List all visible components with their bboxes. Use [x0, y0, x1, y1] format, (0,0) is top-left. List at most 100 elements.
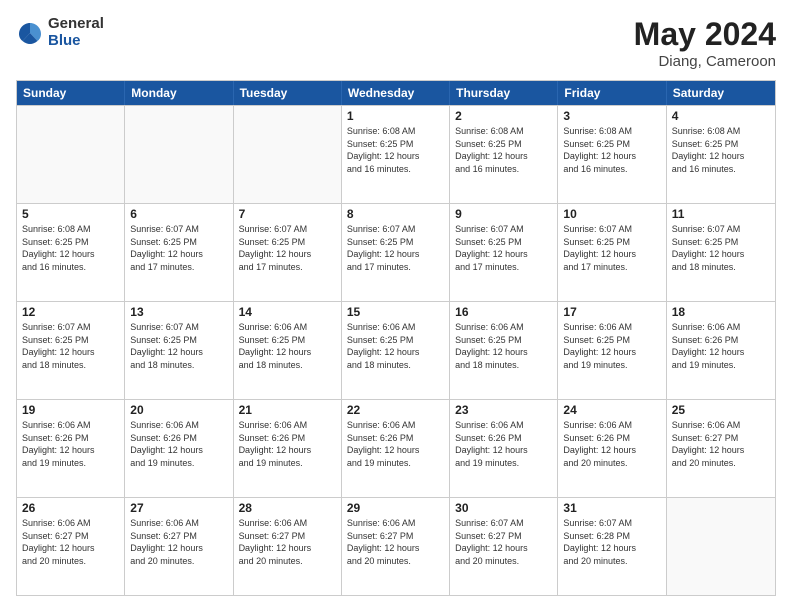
calendar-body: 1 Sunrise: 6:08 AM Sunset: 6:25 PM Daylig…	[17, 105, 775, 595]
calendar-cell	[234, 106, 342, 203]
day-number: 30	[455, 501, 552, 515]
day-number: 19	[22, 403, 119, 417]
day-number: 1	[347, 109, 444, 123]
day-number: 6	[130, 207, 227, 221]
cell-info: Sunrise: 6:08 AM Sunset: 6:25 PM Dayligh…	[455, 125, 552, 175]
header-sunday: Sunday	[17, 81, 125, 105]
calendar-cell: 22 Sunrise: 6:06 AM Sunset: 6:26 PM Dayli…	[342, 400, 450, 497]
cell-info: Sunrise: 6:06 AM Sunset: 6:26 PM Dayligh…	[130, 419, 227, 469]
calendar-cell: 21 Sunrise: 6:06 AM Sunset: 6:26 PM Dayli…	[234, 400, 342, 497]
calendar-row-4: 19 Sunrise: 6:06 AM Sunset: 6:26 PM Dayli…	[17, 399, 775, 497]
cell-info: Sunrise: 6:07 AM Sunset: 6:25 PM Dayligh…	[455, 223, 552, 273]
cell-info: Sunrise: 6:07 AM Sunset: 6:27 PM Dayligh…	[455, 517, 552, 567]
cell-info: Sunrise: 6:06 AM Sunset: 6:26 PM Dayligh…	[22, 419, 119, 469]
calendar-cell: 30 Sunrise: 6:07 AM Sunset: 6:27 PM Dayli…	[450, 498, 558, 595]
logo-icon	[16, 19, 44, 47]
cell-info: Sunrise: 6:06 AM Sunset: 6:26 PM Dayligh…	[347, 419, 444, 469]
header-saturday: Saturday	[667, 81, 775, 105]
calendar-cell: 23 Sunrise: 6:06 AM Sunset: 6:26 PM Dayli…	[450, 400, 558, 497]
calendar-row-1: 1 Sunrise: 6:08 AM Sunset: 6:25 PM Daylig…	[17, 105, 775, 203]
cell-info: Sunrise: 6:06 AM Sunset: 6:25 PM Dayligh…	[455, 321, 552, 371]
cell-info: Sunrise: 6:06 AM Sunset: 6:27 PM Dayligh…	[239, 517, 336, 567]
calendar-cell: 8 Sunrise: 6:07 AM Sunset: 6:25 PM Daylig…	[342, 204, 450, 301]
calendar-cell: 7 Sunrise: 6:07 AM Sunset: 6:25 PM Daylig…	[234, 204, 342, 301]
day-number: 12	[22, 305, 119, 319]
calendar-cell: 31Sunrise: 6:07 AM Sunset: 6:28 PM Dayli…	[558, 498, 666, 595]
cell-info: Sunrise: 6:08 AM Sunset: 6:25 PM Dayligh…	[347, 125, 444, 175]
day-number: 16	[455, 305, 552, 319]
calendar-cell: 6 Sunrise: 6:07 AM Sunset: 6:25 PM Daylig…	[125, 204, 233, 301]
calendar-cell: 20Sunrise: 6:06 AM Sunset: 6:26 PM Dayli…	[125, 400, 233, 497]
calendar-cell: 10Sunrise: 6:07 AM Sunset: 6:25 PM Dayli…	[558, 204, 666, 301]
calendar-cell	[17, 106, 125, 203]
calendar-cell	[667, 498, 775, 595]
day-number: 13	[130, 305, 227, 319]
cell-info: Sunrise: 6:07 AM Sunset: 6:25 PM Dayligh…	[672, 223, 770, 273]
header-friday: Friday	[558, 81, 666, 105]
calendar-cell: 3Sunrise: 6:08 AM Sunset: 6:25 PM Daylig…	[558, 106, 666, 203]
cell-info: Sunrise: 6:07 AM Sunset: 6:25 PM Dayligh…	[130, 223, 227, 273]
cell-info: Sunrise: 6:06 AM Sunset: 6:25 PM Dayligh…	[563, 321, 660, 371]
cell-info: Sunrise: 6:07 AM Sunset: 6:25 PM Dayligh…	[239, 223, 336, 273]
calendar-cell: 26Sunrise: 6:06 AM Sunset: 6:27 PM Dayli…	[17, 498, 125, 595]
day-number: 24	[563, 403, 660, 417]
logo-text: General Blue	[48, 16, 104, 49]
subtitle: Diang, Cameroon	[634, 53, 776, 70]
main-title: May 2024	[634, 16, 776, 53]
cell-info: Sunrise: 6:06 AM Sunset: 6:26 PM Dayligh…	[672, 321, 770, 371]
calendar-cell: 28Sunrise: 6:06 AM Sunset: 6:27 PM Dayli…	[234, 498, 342, 595]
cell-info: Sunrise: 6:06 AM Sunset: 6:25 PM Dayligh…	[239, 321, 336, 371]
calendar-cell: 29Sunrise: 6:06 AM Sunset: 6:27 PM Dayli…	[342, 498, 450, 595]
cell-info: Sunrise: 6:08 AM Sunset: 6:25 PM Dayligh…	[563, 125, 660, 175]
day-number: 21	[239, 403, 336, 417]
calendar-header: Sunday Monday Tuesday Wednesday Thursday…	[17, 81, 775, 105]
day-number: 7	[239, 207, 336, 221]
header-monday: Monday	[125, 81, 233, 105]
calendar-cell: 17 Sunrise: 6:06 AM Sunset: 6:25 PM Dayli…	[558, 302, 666, 399]
day-number: 22	[347, 403, 444, 417]
calendar-cell: 11Sunrise: 6:07 AM Sunset: 6:25 PM Dayli…	[667, 204, 775, 301]
calendar-row-2: 5 Sunrise: 6:08 AM Sunset: 6:25 PM Daylig…	[17, 203, 775, 301]
calendar-row-3: 12 Sunrise: 6:07 AM Sunset: 6:25 PM Dayli…	[17, 301, 775, 399]
calendar-cell: 15Sunrise: 6:06 AM Sunset: 6:25 PM Dayli…	[342, 302, 450, 399]
calendar-cell: 16 Sunrise: 6:06 AM Sunset: 6:25 PM Dayli…	[450, 302, 558, 399]
day-number: 15	[347, 305, 444, 319]
calendar-cell	[125, 106, 233, 203]
day-number: 4	[672, 109, 770, 123]
day-number: 8	[347, 207, 444, 221]
cell-info: Sunrise: 6:07 AM Sunset: 6:25 PM Dayligh…	[347, 223, 444, 273]
header-tuesday: Tuesday	[234, 81, 342, 105]
day-number: 14	[239, 305, 336, 319]
calendar-cell: 13 Sunrise: 6:07 AM Sunset: 6:25 PM Dayli…	[125, 302, 233, 399]
page: General Blue May 2024 Diang, Cameroon Su…	[0, 0, 792, 612]
header: General Blue May 2024 Diang, Cameroon	[16, 16, 776, 70]
logo: General Blue	[16, 16, 104, 49]
day-number: 9	[455, 207, 552, 221]
day-number: 18	[672, 305, 770, 319]
day-number: 17	[563, 305, 660, 319]
cell-info: Sunrise: 6:08 AM Sunset: 6:25 PM Dayligh…	[672, 125, 770, 175]
logo-blue: Blue	[48, 33, 104, 50]
calendar-cell: 2 Sunrise: 6:08 AM Sunset: 6:25 PM Daylig…	[450, 106, 558, 203]
cell-info: Sunrise: 6:07 AM Sunset: 6:25 PM Dayligh…	[22, 321, 119, 371]
day-number: 10	[563, 207, 660, 221]
day-number: 23	[455, 403, 552, 417]
cell-info: Sunrise: 6:06 AM Sunset: 6:26 PM Dayligh…	[455, 419, 552, 469]
header-thursday: Thursday	[450, 81, 558, 105]
calendar-cell: 24Sunrise: 6:06 AM Sunset: 6:26 PM Dayli…	[558, 400, 666, 497]
day-number: 2	[455, 109, 552, 123]
cell-info: Sunrise: 6:07 AM Sunset: 6:28 PM Dayligh…	[563, 517, 660, 567]
title-block: May 2024 Diang, Cameroon	[634, 16, 776, 70]
calendar-cell: 1 Sunrise: 6:08 AM Sunset: 6:25 PM Daylig…	[342, 106, 450, 203]
cell-info: Sunrise: 6:08 AM Sunset: 6:25 PM Dayligh…	[22, 223, 119, 273]
calendar-cell: 14 Sunrise: 6:06 AM Sunset: 6:25 PM Dayli…	[234, 302, 342, 399]
day-number: 5	[22, 207, 119, 221]
calendar-cell: 12 Sunrise: 6:07 AM Sunset: 6:25 PM Dayli…	[17, 302, 125, 399]
cell-info: Sunrise: 6:06 AM Sunset: 6:26 PM Dayligh…	[239, 419, 336, 469]
calendar-cell: 25Sunrise: 6:06 AM Sunset: 6:27 PM Dayli…	[667, 400, 775, 497]
calendar-cell: 4 Sunrise: 6:08 AM Sunset: 6:25 PM Daylig…	[667, 106, 775, 203]
day-number: 25	[672, 403, 770, 417]
cell-info: Sunrise: 6:07 AM Sunset: 6:25 PM Dayligh…	[130, 321, 227, 371]
header-wednesday: Wednesday	[342, 81, 450, 105]
logo-general: General	[48, 16, 104, 33]
